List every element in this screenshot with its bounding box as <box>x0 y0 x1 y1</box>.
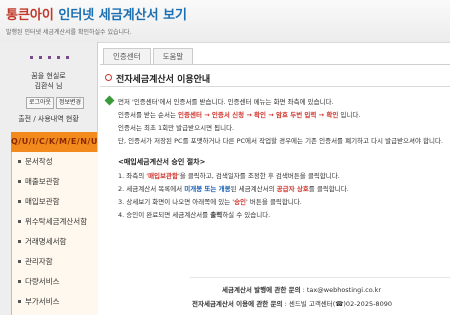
main-content: 전자세금계산서 이용안내 먼저 '인증센터'에서 인증서를 받습니다. 인증센터… <box>100 66 450 315</box>
menu-item-extra-service[interactable]: 부가서비스 <box>12 292 98 312</box>
circle-bullet-icon <box>105 74 112 81</box>
quick-menu-title: Q/U/I/C/K/M/E/N/U <box>11 132 97 152</box>
menu-item-statement-box[interactable]: 거래명세서함 <box>12 232 98 252</box>
bullet-icon <box>18 240 21 243</box>
tab-help[interactable]: 도움말 <box>152 48 194 65</box>
menu-item-purchase-box[interactable]: 매입보관함 <box>12 192 98 212</box>
bullet-icon <box>18 160 21 163</box>
step-4: 4. 승인이 완료되면 세금계산서를 출력하실 수 있습니다. <box>118 211 271 219</box>
info-diamond-icon <box>104 95 115 106</box>
menu-item-write-document[interactable]: 문서작성 <box>12 152 98 172</box>
section-title: 전자세금계산서 이용안내 <box>116 75 211 85</box>
menu-item-bulk-service[interactable]: 다량서비스 <box>12 272 98 292</box>
step-2: 2. 세금계산서 목록에서 미개봉 또는 개봉된 세금계산서의 공급자 상호를 … <box>118 185 349 193</box>
contact-box: 세금계산서 발행에 관한 문의 : tax@webhostingi.co.kr … <box>190 277 450 314</box>
brand-name: 통큰아이 <box>6 8 54 23</box>
step-1: 1. 좌측의 '매입보관함'을 클릭하고, 검색일자를 조정한 후 검색버튼을 … <box>118 172 340 180</box>
sidebar: 꿈을 현실로 김환식 님 로그아웃 정보변경 출전 / 사용내역 현황 Q/U/… <box>0 42 98 315</box>
welcome-line: 꿈을 현실로 <box>31 72 66 80</box>
tab-bar: 인증센터 도움말 <box>103 48 195 65</box>
page-subtitle: 발행된 인터넷 세금계산서를 확인하실수 있습니다. <box>6 29 132 36</box>
cert-flow-line: 인증서를 받는 순서는 인증센터 → 인증서 신청 → 확인 → 암호 두번 입… <box>118 111 361 119</box>
bullet-icon <box>18 260 21 263</box>
step-3: 3. 상세보기 화면이 나오면 아래쪽에 있는 '승인' 버튼을 클릭합니다. <box>118 198 302 206</box>
bullet-icon <box>18 220 21 223</box>
menu-item-admin-box[interactable]: 관리자함 <box>12 252 98 272</box>
intro-line: 먼저 '인증센터'에서 인증서를 받습니다. 인증센터 메뉴는 화면 좌측에 있… <box>118 98 334 106</box>
intro-line: 단, 인증서가 저장된 PC를 포맷하거나 다른 PC에서 작업할 경우에는 기… <box>118 137 444 145</box>
contact-email-link[interactable]: : tax@webhostingi.co.kr <box>301 286 381 294</box>
bullet-icon <box>18 200 21 203</box>
menu-item-consignment-box[interactable]: 위수탁세금계산서함 <box>12 212 98 232</box>
page-header: 통큰아이 인터넷 세금계산서 보기 발행된 인터넷 세금계산서를 확인하실수 있… <box>0 0 450 43</box>
page-title: 통큰아이 인터넷 세금계산서 보기 <box>6 4 187 23</box>
intro-line: 인증서는 최초 1회만 발급받으시면 됩니다. <box>118 124 235 132</box>
user-name: 김환식 님 <box>34 82 63 90</box>
usage-history-link[interactable]: 출전 / 사용내역 현황 <box>0 114 97 124</box>
bullet-icon <box>18 180 21 183</box>
logout-button[interactable]: 로그아웃 <box>26 97 54 109</box>
decorative-dots <box>30 56 69 59</box>
quick-menu-list: 문서작성 매출보관함 매입보관함 위수탁세금계산서함 거래명세서함 관리자함 다… <box>11 152 98 315</box>
bullet-icon <box>18 280 21 283</box>
contact-usage: 전자세금계산서 이용에 관한 문의 : 센드빌 고객센터(☎)02-2025-8… <box>192 300 392 308</box>
section-divider <box>100 86 450 87</box>
bullet-icon <box>18 300 21 303</box>
contact-issue: 세금계산서 발행에 관한 문의 : tax@webhostingi.co.kr <box>222 286 382 294</box>
menu-item-sales-box[interactable]: 매출보관함 <box>12 172 98 192</box>
tab-divider <box>100 64 450 65</box>
tab-certificate-center[interactable]: 인증센터 <box>103 48 151 65</box>
title-text: 인터넷 세금계산서 보기 <box>53 8 188 23</box>
steps-title: <매입세금계산서 승인 절차> <box>118 158 206 166</box>
profile-edit-button[interactable]: 정보변경 <box>56 97 84 109</box>
